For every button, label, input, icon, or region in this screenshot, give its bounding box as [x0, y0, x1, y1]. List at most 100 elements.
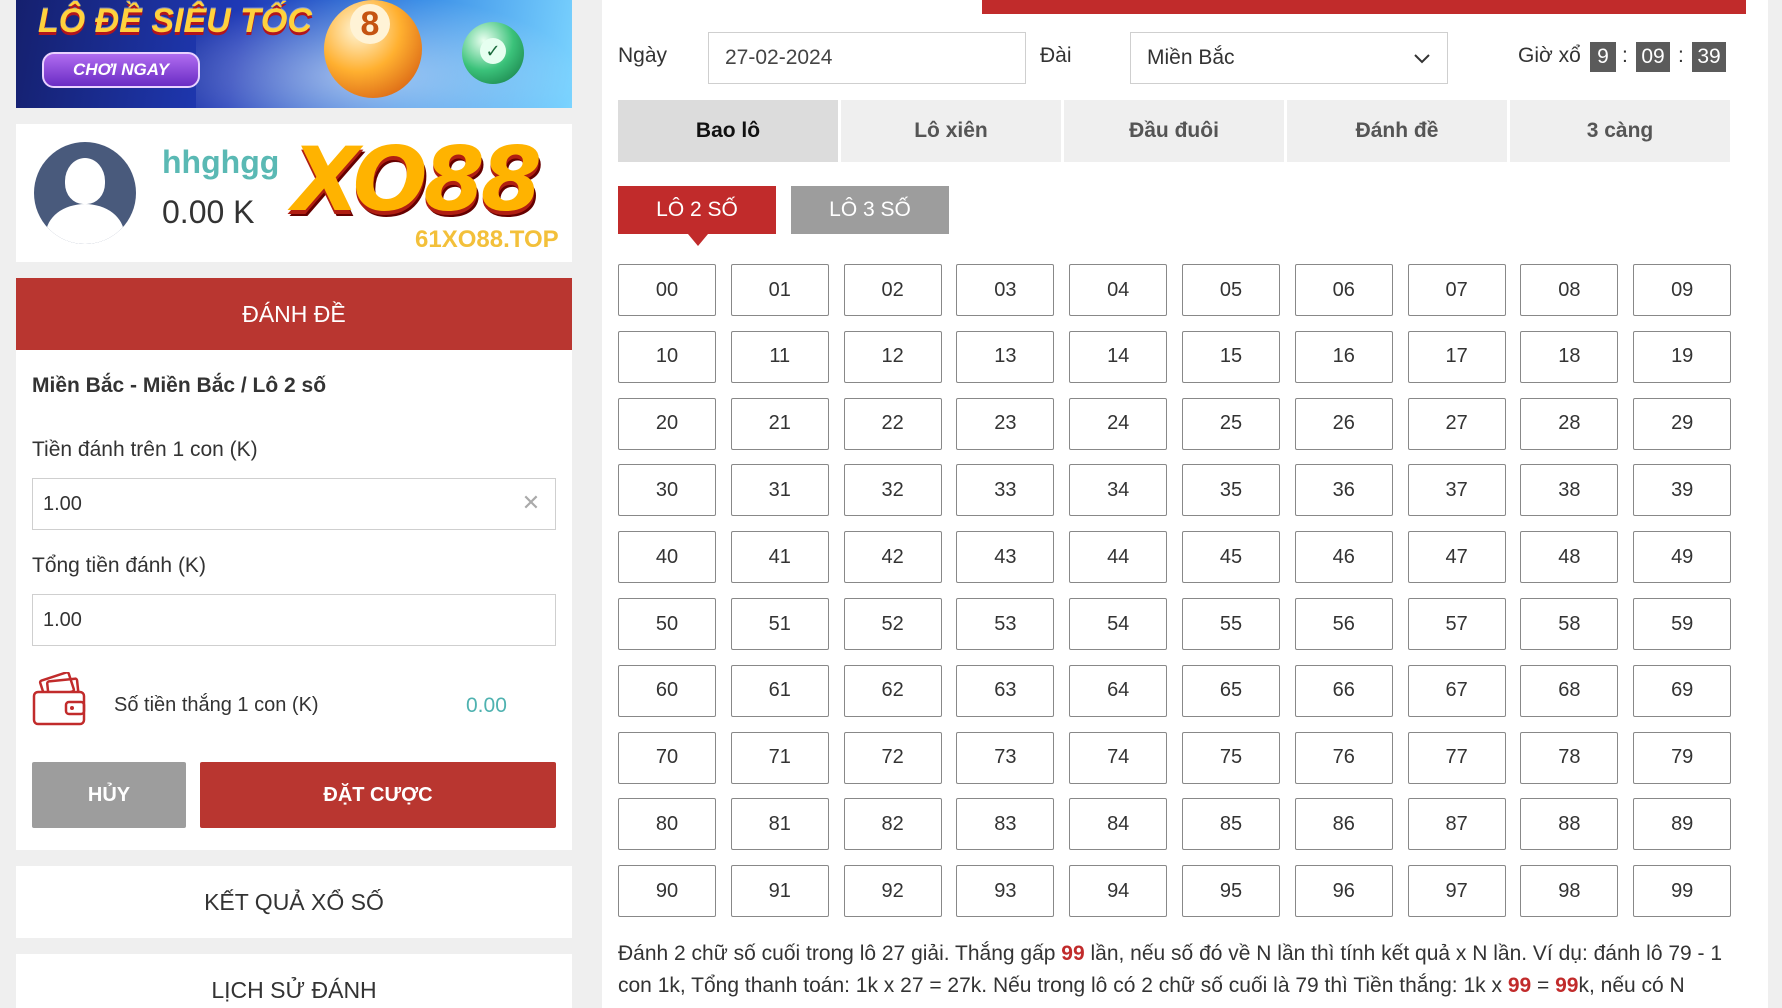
number-button[interactable]: 11	[730, 330, 829, 383]
number-button[interactable]: 93	[956, 865, 1055, 918]
number-button[interactable]: 48	[1520, 531, 1619, 584]
number-button[interactable]: 10	[618, 330, 716, 383]
number-button[interactable]: 75	[1182, 731, 1280, 784]
number-button[interactable]: 02	[843, 264, 942, 316]
number-button[interactable]: 61	[730, 664, 829, 717]
number-button[interactable]: 71	[730, 731, 829, 784]
number-button[interactable]: 70	[618, 731, 716, 784]
number-button[interactable]: 22	[843, 397, 942, 450]
number-button[interactable]: 92	[843, 865, 942, 918]
number-button[interactable]: 12	[843, 330, 942, 383]
total-input[interactable]: 1.00	[32, 594, 556, 646]
number-button[interactable]: 06	[1294, 264, 1393, 316]
number-button[interactable]: 15	[1182, 330, 1280, 383]
number-button[interactable]: 58	[1520, 598, 1619, 650]
subtab-lo-2-so[interactable]: LÔ 2 SỐ	[618, 186, 776, 246]
number-button[interactable]: 53	[956, 598, 1055, 650]
number-button[interactable]: 14	[1069, 330, 1168, 383]
number-button[interactable]: 91	[730, 865, 829, 918]
number-button[interactable]: 55	[1182, 598, 1280, 650]
number-button[interactable]: 78	[1520, 731, 1619, 784]
number-button[interactable]: 19	[1633, 330, 1732, 383]
number-button[interactable]: 35	[1182, 464, 1280, 517]
number-button[interactable]: 72	[843, 731, 942, 784]
number-button[interactable]: 45	[1182, 531, 1280, 584]
number-button[interactable]: 86	[1294, 798, 1393, 851]
number-button[interactable]: 59	[1633, 598, 1732, 650]
number-button[interactable]: 16	[1294, 330, 1393, 383]
number-button[interactable]: 95	[1182, 865, 1280, 918]
number-button[interactable]: 82	[843, 798, 942, 851]
number-button[interactable]: 64	[1069, 664, 1168, 717]
number-button[interactable]: 46	[1294, 531, 1393, 584]
number-button[interactable]: 32	[843, 464, 942, 517]
number-button[interactable]: 33	[956, 464, 1055, 517]
number-button[interactable]: 43	[956, 531, 1055, 584]
stake-input[interactable]: 1.00 ✕	[32, 478, 556, 530]
number-button[interactable]: 66	[1294, 664, 1393, 717]
place-bet-button[interactable]: ĐẶT CƯỢC	[200, 762, 556, 828]
cancel-button[interactable]: HỦY	[32, 762, 186, 828]
number-button[interactable]: 25	[1182, 397, 1280, 450]
number-button[interactable]: 04	[1069, 264, 1168, 316]
date-picker[interactable]: 27-02-2024	[708, 32, 1026, 84]
number-button[interactable]: 97	[1407, 865, 1506, 918]
number-button[interactable]: 05	[1182, 264, 1280, 316]
tab-3-cang[interactable]: 3 càng	[1510, 100, 1730, 162]
tab-dau-duoi[interactable]: Đầu đuôi	[1064, 100, 1284, 162]
number-button[interactable]: 39	[1633, 464, 1732, 517]
number-button[interactable]: 03	[956, 264, 1055, 316]
number-button[interactable]: 85	[1182, 798, 1280, 851]
number-button[interactable]: 99	[1633, 865, 1732, 918]
number-button[interactable]: 31	[730, 464, 829, 517]
number-button[interactable]: 80	[618, 798, 716, 851]
number-button[interactable]: 23	[956, 397, 1055, 450]
number-button[interactable]: 40	[618, 531, 716, 584]
number-button[interactable]: 52	[843, 598, 942, 650]
clear-icon[interactable]: ✕	[519, 491, 543, 515]
promo-banner[interactable]: LÔ ĐỀ SIÊU TỐC CHƠI NGAY 8 ✓	[16, 0, 572, 108]
play-now-button[interactable]: CHƠI NGAY	[42, 52, 200, 88]
number-button[interactable]: 69	[1633, 664, 1732, 717]
number-button[interactable]: 63	[956, 664, 1055, 717]
number-button[interactable]: 08	[1520, 264, 1619, 316]
number-button[interactable]: 68	[1520, 664, 1619, 717]
number-button[interactable]: 07	[1407, 264, 1506, 316]
tab-danh-de[interactable]: Đánh đề	[1287, 100, 1507, 162]
number-button[interactable]: 28	[1520, 397, 1619, 450]
number-button[interactable]: 87	[1407, 798, 1506, 851]
number-button[interactable]: 27	[1407, 397, 1506, 450]
number-button[interactable]: 34	[1069, 464, 1168, 517]
number-button[interactable]: 90	[618, 865, 716, 918]
number-button[interactable]: 60	[618, 664, 716, 717]
number-button[interactable]: 00	[618, 264, 716, 316]
number-button[interactable]: 84	[1069, 798, 1168, 851]
number-button[interactable]: 56	[1294, 598, 1393, 650]
number-button[interactable]: 47	[1407, 531, 1506, 584]
number-button[interactable]: 57	[1407, 598, 1506, 650]
number-button[interactable]: 49	[1633, 531, 1732, 584]
number-button[interactable]: 44	[1069, 531, 1168, 584]
number-button[interactable]: 74	[1069, 731, 1168, 784]
number-button[interactable]: 73	[956, 731, 1055, 784]
bet-history-link[interactable]: LỊCH SỬ ĐÁNH	[16, 954, 572, 1008]
number-button[interactable]: 77	[1407, 731, 1506, 784]
number-button[interactable]: 89	[1633, 798, 1732, 851]
number-button[interactable]: 50	[618, 598, 716, 650]
number-button[interactable]: 36	[1294, 464, 1393, 517]
number-button[interactable]: 30	[618, 464, 716, 517]
number-button[interactable]: 98	[1520, 865, 1619, 918]
tab-bao-lo[interactable]: Bao lô	[618, 100, 838, 162]
number-button[interactable]: 94	[1069, 865, 1168, 918]
number-button[interactable]: 79	[1633, 731, 1732, 784]
number-button[interactable]: 81	[730, 798, 829, 851]
number-button[interactable]: 38	[1520, 464, 1619, 517]
region-select[interactable]: Miền Bắc	[1130, 32, 1448, 84]
number-button[interactable]: 67	[1407, 664, 1506, 717]
number-button[interactable]: 51	[730, 598, 829, 650]
number-button[interactable]: 41	[730, 531, 829, 584]
number-button[interactable]: 62	[843, 664, 942, 717]
number-button[interactable]: 88	[1520, 798, 1619, 851]
number-button[interactable]: 26	[1294, 397, 1393, 450]
number-button[interactable]: 42	[843, 531, 942, 584]
